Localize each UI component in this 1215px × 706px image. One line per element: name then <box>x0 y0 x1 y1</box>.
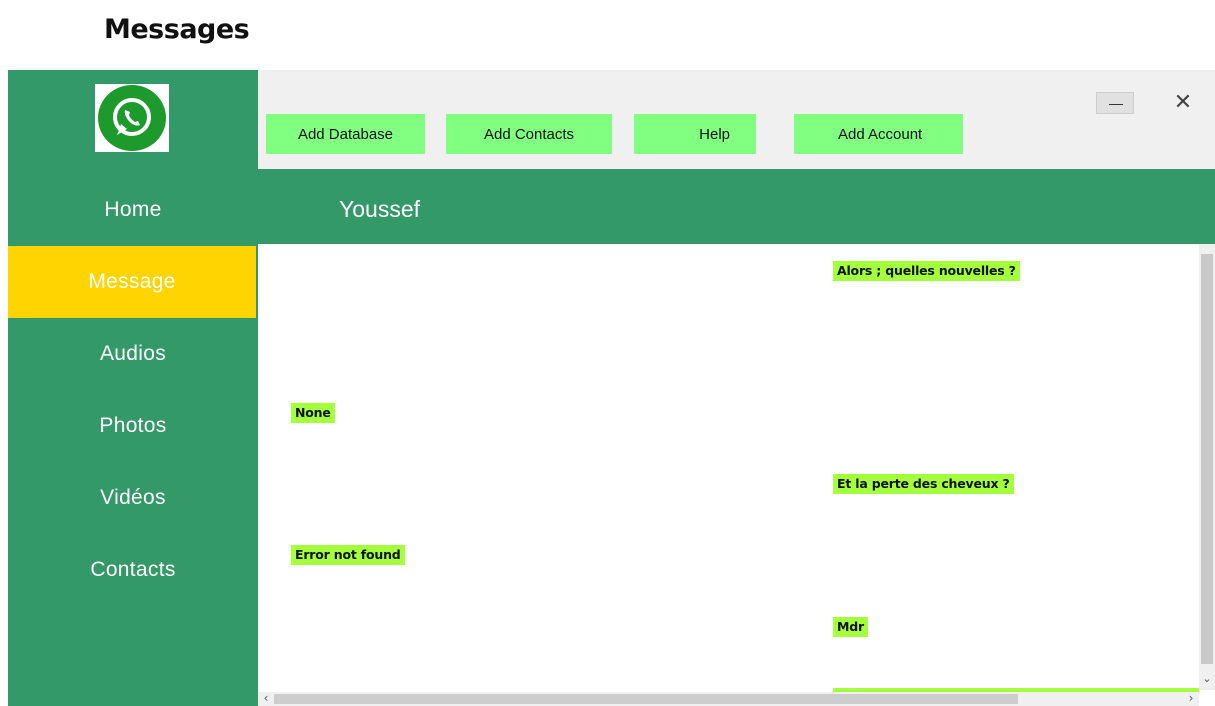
toolbar: Add Database Add Contacts Help Add Accou… <box>258 70 1215 169</box>
message-list[interactable]: Alors ; quelles nouvelles ? None Et la p… <box>258 244 1215 706</box>
message-bubble-sent: None <box>291 403 335 423</box>
page-title: Messages <box>104 14 250 45</box>
scroll-right-icon[interactable]: › <box>1183 692 1199 706</box>
app-window: Home Message Audios Photos Vidéos Contac… <box>8 70 1215 706</box>
sidebar-item-contacts[interactable]: Contacts <box>8 534 258 606</box>
chat-header: Youssef <box>258 169 1215 244</box>
sidebar-item-audios[interactable]: Audios <box>8 318 258 390</box>
minimize-button[interactable] <box>1096 92 1134 114</box>
sidebar-item-home[interactable]: Home <box>8 174 258 246</box>
sidebar-item-videos[interactable]: Vidéos <box>8 462 258 534</box>
message-bubble-sent: Error not found <box>291 545 405 565</box>
sidebar-item-photos[interactable]: Photos <box>8 390 258 462</box>
horizontal-scroll-thumb[interactable] <box>274 694 1018 704</box>
message-bubble-received: Mdr <box>833 617 868 637</box>
vertical-scroll-thumb[interactable] <box>1201 254 1213 664</box>
message-bubble-received: Alors ; quelles nouvelles ? <box>833 261 1020 281</box>
sidebar: Home Message Audios Photos Vidéos Contac… <box>8 70 258 706</box>
horizontal-scrollbar[interactable]: ‹ › <box>258 692 1199 706</box>
add-account-button[interactable]: Add Account <box>794 114 963 154</box>
close-icon[interactable]: ✕ <box>1170 90 1196 116</box>
whatsapp-icon <box>98 85 166 151</box>
sidebar-nav: Home Message Audios Photos Vidéos Contac… <box>8 174 258 606</box>
sidebar-item-message[interactable]: Message <box>8 246 256 318</box>
minimize-icon <box>1109 104 1123 105</box>
app-logo <box>95 84 169 152</box>
vertical-scrollbar[interactable]: ⌄ <box>1199 244 1215 690</box>
scroll-left-icon[interactable]: ‹ <box>258 692 274 706</box>
add-database-button[interactable]: Add Database <box>266 114 425 154</box>
message-bubble-received: Et la perte des cheveux ? <box>833 474 1014 494</box>
contact-name: Youssef <box>339 196 420 222</box>
help-button[interactable]: Help <box>634 114 756 154</box>
add-contacts-button[interactable]: Add Contacts <box>446 114 612 154</box>
scroll-down-icon[interactable]: ⌄ <box>1199 672 1215 686</box>
